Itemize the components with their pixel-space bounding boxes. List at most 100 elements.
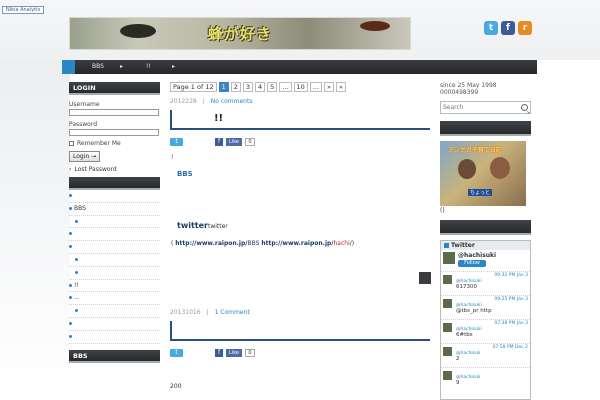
bullet-icon — [75, 270, 78, 274]
post-comments-link[interactable]: No comments — [211, 98, 253, 105]
list-item[interactable] — [69, 318, 160, 331]
tweet-text: 617300 — [456, 284, 477, 290]
list-item[interactable]: BBS — [69, 203, 160, 216]
list-item[interactable] — [69, 267, 160, 280]
list-item[interactable] — [69, 241, 160, 254]
child-face-2 — [490, 157, 510, 179]
post-image-thumb[interactable] — [419, 272, 431, 284]
rss-icon[interactable]: r — [518, 21, 532, 35]
image-caption: () — [440, 207, 445, 214]
post-date: 2012228 — [170, 98, 197, 105]
login-button[interactable]: Login → — [69, 151, 101, 162]
facebook-like-button[interactable]: Like — [226, 349, 242, 357]
twitter-share-button[interactable]: t — [170, 138, 183, 146]
page-link[interactable]: 5 — [267, 82, 278, 92]
featured-image[interactable]: アシナガ子育て日記 ちょっと — [440, 141, 526, 206]
username-label: Username — [69, 101, 100, 108]
facebook-like-count: 0 — [245, 349, 255, 357]
tweet-time[interactable]: 07:38 PM Jan 3 — [494, 321, 528, 326]
page-link[interactable]: 3 — [242, 82, 254, 92]
username-field[interactable] — [69, 109, 159, 116]
page-last-button[interactable]: » — [335, 82, 346, 92]
raipon-link[interactable]: http://www.raipon.jp/ — [175, 240, 247, 247]
post-twitter-line: twittertwitter — [177, 221, 228, 230]
search-icon[interactable] — [521, 104, 528, 111]
remember-me-label: Remember Me — [77, 140, 121, 147]
avatar[interactable] — [443, 371, 452, 380]
list-item[interactable] — [69, 254, 160, 267]
post-comments-link[interactable]: 1 Comment — [215, 309, 250, 316]
facebook-share-button[interactable]: f — [215, 349, 223, 357]
facebook-like-button[interactable]: Like — [226, 138, 242, 146]
page-link[interactable]: 2 — [230, 82, 241, 92]
nav-item-arrow-1[interactable]: ▸ — [120, 63, 123, 71]
twitter-word[interactable]: twitter — [177, 221, 208, 230]
page-link-current[interactable]: 1 — [218, 82, 229, 92]
post-meta: 20131016 | 1 Comment — [170, 309, 430, 316]
nav-item-exclaim[interactable]: !! — [146, 63, 151, 71]
list-item[interactable] — [69, 190, 160, 203]
tweet: @hachisuk 9 — [441, 367, 530, 391]
bullet-icon — [69, 334, 72, 338]
ant-image — [360, 21, 390, 31]
post-text: 200 — [170, 383, 182, 390]
avatar[interactable] — [443, 347, 452, 356]
lost-password-link[interactable]: › Lost Password — [69, 166, 160, 173]
remember-me-row[interactable]: Remember Me — [69, 140, 160, 147]
bullet-icon — [75, 257, 78, 261]
page-next-button[interactable]: » — [324, 82, 334, 92]
remember-me-checkbox[interactable] — [69, 141, 74, 146]
page-count-label: Page 1 of 12 — [170, 82, 217, 92]
featured-image-caption: ちょっと — [468, 189, 493, 196]
tweet-text: @tbs_pr http — [456, 308, 492, 314]
search-input[interactable]: Search — [440, 101, 531, 114]
post-title[interactable]: !! — [214, 113, 223, 124]
facebook-icon[interactable]: f — [501, 21, 515, 35]
meta-divider: | — [206, 309, 209, 316]
bullet-icon — [75, 309, 78, 313]
nav-home-button[interactable] — [62, 60, 75, 74]
category-list: BBS !! ... — [69, 190, 160, 344]
bee-image — [120, 24, 156, 38]
bullet-icon — [69, 245, 72, 249]
pagination: Page 1 of 12 1 2 3 4 5 ... 10 ... » » — [170, 82, 430, 92]
twitter-icon[interactable]: t — [484, 21, 498, 35]
twitter-handle[interactable]: @hachisuki — [458, 252, 496, 259]
tweet-time[interactable]: 07:58 PM Dec 2 — [493, 345, 528, 350]
widget-heading — [440, 220, 531, 235]
bullet-icon — [69, 194, 72, 197]
list-item[interactable] — [69, 228, 160, 242]
post-meta: 2012228 | No comments — [170, 98, 430, 105]
twitter-icon — [444, 243, 449, 248]
twitter-share-button[interactable]: t — [170, 349, 183, 357]
main-content: Page 1 of 12 1 2 3 4 5 ... 10 ... » » 20… — [170, 82, 431, 390]
password-field[interactable] — [69, 129, 159, 136]
widget-heading — [440, 121, 531, 136]
follow-button[interactable]: Follow — [458, 260, 486, 267]
list-item[interactable]: !! — [69, 280, 160, 293]
avatar[interactable] — [443, 299, 452, 308]
tweet-time[interactable]: 09:32 PM Jan 3 — [494, 273, 528, 278]
list-item[interactable] — [69, 305, 160, 318]
post-body: ! BBS twittertwitter ( http://www.raipon… — [170, 146, 431, 291]
left-sidebar: LOGIN Username Password Remember Me Logi… — [69, 82, 160, 363]
nav-item-bbs[interactable]: BBS — [92, 63, 104, 71]
avatar[interactable] — [443, 275, 452, 284]
header-banner[interactable]: 蜂が好き — [69, 17, 411, 50]
facebook-share-button[interactable]: f — [215, 138, 223, 146]
since-date: since 25 May 1998 — [440, 82, 497, 89]
list-item[interactable] — [69, 331, 160, 344]
tweet-text: 9 — [456, 380, 460, 386]
avatar[interactable] — [443, 323, 452, 332]
list-item[interactable]: ... — [69, 292, 160, 306]
page-link[interactable]: 4 — [255, 82, 266, 92]
nav-item-arrow-2[interactable]: ▸ — [172, 63, 175, 71]
facebook-like-count: 0 — [245, 138, 255, 146]
page-link[interactable]: 10 — [293, 82, 308, 92]
avatar[interactable] — [443, 252, 455, 264]
raipon-hachi-link[interactable]: http://www.raipon.jp/ — [261, 240, 333, 247]
list-item[interactable] — [69, 216, 160, 229]
tweet-time[interactable]: 09:25 PM Jan 3 — [494, 297, 528, 302]
stats-badge[interactable]: Nikia Analytix — [2, 6, 45, 14]
post-bbs-link[interactable]: BBS — [177, 170, 193, 178]
